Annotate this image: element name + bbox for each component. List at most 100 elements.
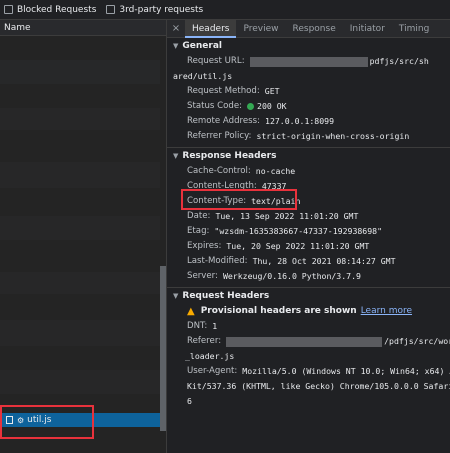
- remote-address-value: 127.0.0.1:8099: [265, 116, 335, 126]
- headers-panel: × Headers Preview Response Initiator Tim…: [167, 20, 450, 453]
- request-list: Name ⚙ util.js: [0, 20, 167, 453]
- request-url-part-2: ared/util.js: [173, 71, 233, 81]
- name-column-header[interactable]: Name: [0, 20, 166, 36]
- request-method-label: Request Method:: [187, 86, 260, 96]
- referer-continued: _loader.js: [167, 349, 450, 364]
- date-value: Tue, 13 Sep 2022 11:01:20 GMT: [215, 211, 359, 221]
- general-section: ▼ General Request URL: pdfjs/src/sh ared…: [167, 38, 450, 148]
- content-type-label: Content-Type:: [187, 196, 247, 206]
- request-url-label: Request URL:: [187, 56, 245, 66]
- request-name: util.js: [27, 415, 52, 425]
- tab-initiator[interactable]: Initiator: [343, 20, 392, 38]
- warning-icon: ▲: [187, 306, 195, 317]
- third-party-requests-label: 3rd-party requests: [119, 4, 204, 15]
- last-modified-value: Thu, 28 Oct 2021 08:14:27 GMT: [252, 256, 396, 266]
- blurred-list-item[interactable]: [0, 60, 160, 84]
- detail-tabs: × Headers Preview Response Initiator Tim…: [167, 20, 450, 38]
- request-url-row: Request URL: pdfjs/src/sh: [167, 54, 450, 69]
- user-agent-label: User-Agent:: [187, 366, 238, 376]
- remote-address-row: Remote Address: 127.0.0.1:8099: [167, 114, 450, 129]
- referer-part-1: /pdfjs/src/worker: [384, 336, 450, 346]
- server-row: Server: Werkzeug/0.16.0 Python/3.7.9: [167, 269, 450, 284]
- remote-address-label: Remote Address:: [187, 116, 261, 126]
- request-url-part-1: pdfjs/src/sh: [369, 56, 429, 66]
- section-title: Request Headers: [182, 291, 270, 301]
- checkbox-box[interactable]: [106, 5, 116, 14]
- dnt-value: 1: [212, 321, 218, 331]
- request-headers-header[interactable]: ▼ Request Headers: [167, 288, 450, 304]
- user-agent-part-1: Mozilla/5.0 (Windows NT 10.0; Win64; x64…: [242, 366, 450, 376]
- file-icon: [6, 416, 13, 424]
- server-value: Werkzeug/0.16.0 Python/3.7.9: [222, 271, 361, 281]
- referrer-policy-label: Referrer Policy:: [187, 131, 252, 141]
- blocked-requests-checkbox[interactable]: Blocked Requests: [4, 5, 96, 15]
- date-label: Date:: [187, 211, 211, 221]
- blocked-requests-label: Blocked Requests: [17, 4, 97, 15]
- section-title: General: [182, 41, 222, 51]
- cache-control-value: no-cache: [255, 166, 296, 176]
- response-headers-section: ▼ Response Headers Cache-Control: no-cac…: [167, 148, 450, 288]
- close-icon[interactable]: ×: [167, 23, 185, 34]
- redacted-block: [226, 336, 383, 347]
- user-agent-part-3: 6: [187, 396, 192, 406]
- filter-bar: Blocked Requests 3rd-party requests: [0, 0, 450, 20]
- request-url-value: pdfjs/src/sh: [249, 54, 429, 69]
- blurred-list-item[interactable]: [0, 320, 160, 346]
- tab-headers[interactable]: Headers: [185, 20, 237, 38]
- dnt-label: DNT:: [187, 321, 208, 331]
- content-length-label: Content-Length:: [187, 181, 257, 191]
- referer-value: /pdfjs/src/worker: [226, 334, 450, 349]
- checkbox-box[interactable]: [4, 5, 13, 14]
- referer-row: Referer: /pdfjs/src/worker: [167, 334, 450, 349]
- list-scrollbar[interactable]: [160, 266, 166, 431]
- selected-request-row[interactable]: ⚙ util.js: [0, 413, 160, 427]
- expand-triangle-icon: ▼: [173, 292, 179, 300]
- blurred-list-item[interactable]: [0, 216, 160, 240]
- expires-value: Tue, 20 Sep 2022 11:01:20 GMT: [226, 241, 370, 251]
- third-party-requests-checkbox[interactable]: 3rd-party requests: [106, 5, 203, 15]
- blurred-list-item[interactable]: [0, 108, 160, 130]
- status-code-label: Status Code:: [187, 101, 243, 111]
- etag-label: Etag:: [187, 226, 210, 236]
- status-code-value-wrap: 200 OK: [247, 99, 287, 114]
- content-length-value: 47337: [261, 181, 287, 191]
- dnt-row: DNT: 1: [167, 319, 450, 334]
- provisional-warning-text: Provisional headers are shown: [200, 306, 357, 316]
- status-code-value: 200 OK: [257, 101, 287, 111]
- expand-triangle-icon: ▼: [173, 42, 179, 50]
- referrer-policy-row: Referrer Policy: strict-origin-when-cros…: [167, 129, 450, 144]
- general-section-header[interactable]: ▼ General: [167, 38, 450, 54]
- redacted-block: [249, 56, 368, 67]
- tab-preview[interactable]: Preview: [236, 20, 285, 38]
- user-agent-part-2: Kit/537.36 (KHTML, like Gecko) Chrome/10…: [187, 381, 450, 391]
- tab-timing[interactable]: Timing: [392, 20, 436, 38]
- request-method-row: Request Method: GET: [167, 84, 450, 99]
- user-agent-continued-2: 6: [167, 394, 450, 409]
- cache-control-label: Cache-Control:: [187, 166, 251, 176]
- expires-row: Expires: Tue, 20 Sep 2022 11:01:20 GMT: [167, 239, 450, 254]
- status-ok-icon: [247, 103, 255, 110]
- referer-part-2: _loader.js: [185, 351, 235, 361]
- user-agent-row: User-Agent: Mozilla/5.0 (Windows NT 10.0…: [167, 364, 450, 379]
- server-label: Server:: [187, 271, 218, 281]
- expires-label: Expires:: [187, 241, 222, 251]
- blurred-list-item[interactable]: [0, 370, 160, 394]
- request-url-continued: ared/util.js: [167, 69, 450, 84]
- learn-more-link[interactable]: Learn more: [361, 304, 412, 319]
- content-length-row: Content-Length: 47337: [167, 179, 450, 194]
- blurred-list-item[interactable]: [0, 272, 160, 294]
- blurred-list-item[interactable]: [0, 162, 160, 188]
- date-row: Date: Tue, 13 Sep 2022 11:01:20 GMT: [167, 209, 450, 224]
- section-title: Response Headers: [182, 151, 277, 161]
- etag-value: "wzsdm-1635383667-47337-192938698": [214, 226, 383, 236]
- tab-response[interactable]: Response: [286, 20, 343, 38]
- name-column-label: Name: [4, 22, 31, 33]
- cache-control-row: Cache-Control: no-cache: [167, 164, 450, 179]
- content-type-value: text/plain: [251, 196, 301, 206]
- content-type-row: Content-Type: text/plain: [167, 194, 450, 209]
- gear-icon: ⚙: [17, 415, 25, 425]
- provisional-warning-row: ▲ Provisional headers are shown Learn mo…: [167, 304, 450, 319]
- expand-triangle-icon: ▼: [173, 152, 179, 160]
- referer-label: Referer:: [187, 336, 222, 346]
- response-headers-header[interactable]: ▼ Response Headers: [167, 148, 450, 164]
